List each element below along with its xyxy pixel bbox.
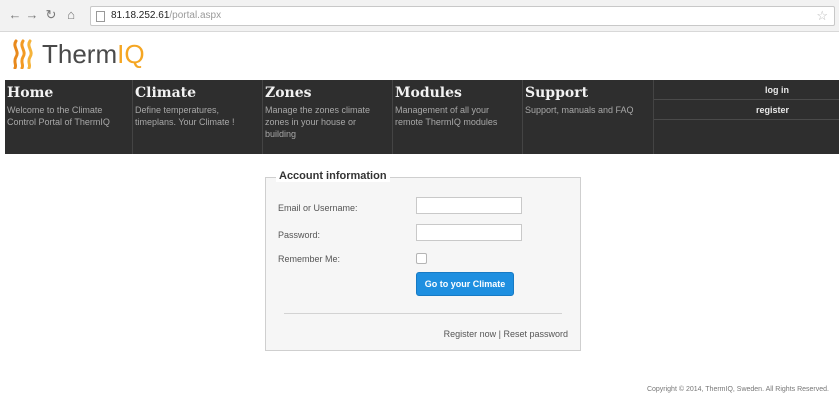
reset-password-link[interactable]: Reset password (503, 329, 568, 339)
logo-text-accent: IQ (117, 38, 145, 69)
main-navigation: Home Welcome to the Climate Control Port… (5, 80, 839, 154)
logo-text-main: Therm (42, 38, 118, 69)
nav-title: Climate (135, 85, 197, 101)
remember-me-checkbox[interactable] (416, 253, 427, 264)
password-label: Password: (278, 230, 321, 240)
nav-title: Home (7, 85, 54, 101)
register-now-link[interactable]: Register now (444, 329, 497, 339)
address-host: 81.18.252.61 (111, 10, 170, 21)
login-panel: Account information Email or Username: P… (265, 170, 581, 351)
nav-description: Support, manuals and FAQ (525, 105, 634, 115)
nav-description: Manage the zones climate zones in your h… (265, 105, 371, 139)
email-field[interactable] (416, 197, 522, 214)
go-to-climate-button[interactable]: Go to your Climate (416, 272, 514, 296)
logo[interactable]: ThermIQ (10, 36, 145, 72)
footer-copyright: Copyright © 2014, ThermIQ, Sweden. All R… (646, 386, 829, 393)
email-label: Email or Username: (278, 203, 358, 213)
nav-description: Define temperatures, timeplans. Your Cli… (135, 105, 235, 127)
divider (284, 313, 562, 314)
browser-toolbar: ← → ↻ ⌂ 81.18.252.61/portal.aspx ☆ (0, 0, 839, 32)
back-arrow-icon[interactable]: ← (8, 7, 22, 23)
nav-title: Zones (265, 85, 312, 101)
nav-item-support[interactable]: Support Support, manuals and FAQ (523, 80, 653, 154)
panel-legend: Account information (276, 170, 390, 182)
bookmark-star-icon[interactable]: ☆ (816, 7, 828, 25)
nav-item-zones[interactable]: Zones Manage the zones climate zones in … (263, 80, 393, 154)
address-bar[interactable]: 81.18.252.61/portal.aspx ☆ (90, 6, 835, 26)
nav-description: Management of all your remote ThermIQ mo… (395, 105, 498, 127)
remember-label: Remember Me: (278, 254, 341, 264)
heat-waves-icon (13, 39, 33, 69)
login-link[interactable]: log in (654, 80, 839, 100)
nav-title: Modules (395, 85, 462, 101)
account-links: Register now | Reset password (444, 329, 568, 339)
nav-item-modules[interactable]: Modules Management of all your remote Th… (393, 80, 523, 154)
logo-text: ThermIQ (42, 39, 145, 70)
nav-item-home[interactable]: Home Welcome to the Climate Control Port… (5, 80, 133, 154)
nav-description: Welcome to the Climate Control Portal of… (7, 105, 110, 127)
home-icon[interactable]: ⌂ (64, 7, 78, 23)
nav-title: Support (525, 85, 589, 101)
reload-icon[interactable]: ↻ (44, 7, 58, 23)
password-field[interactable] (416, 224, 522, 241)
auth-links: log in register (653, 80, 839, 154)
register-link[interactable]: register (654, 100, 839, 120)
address-path: /portal.aspx (169, 10, 222, 21)
forward-arrow-icon[interactable]: → (25, 7, 39, 23)
nav-item-climate[interactable]: Climate Define temperatures, timeplans. … (133, 80, 263, 154)
page-icon (96, 11, 105, 22)
